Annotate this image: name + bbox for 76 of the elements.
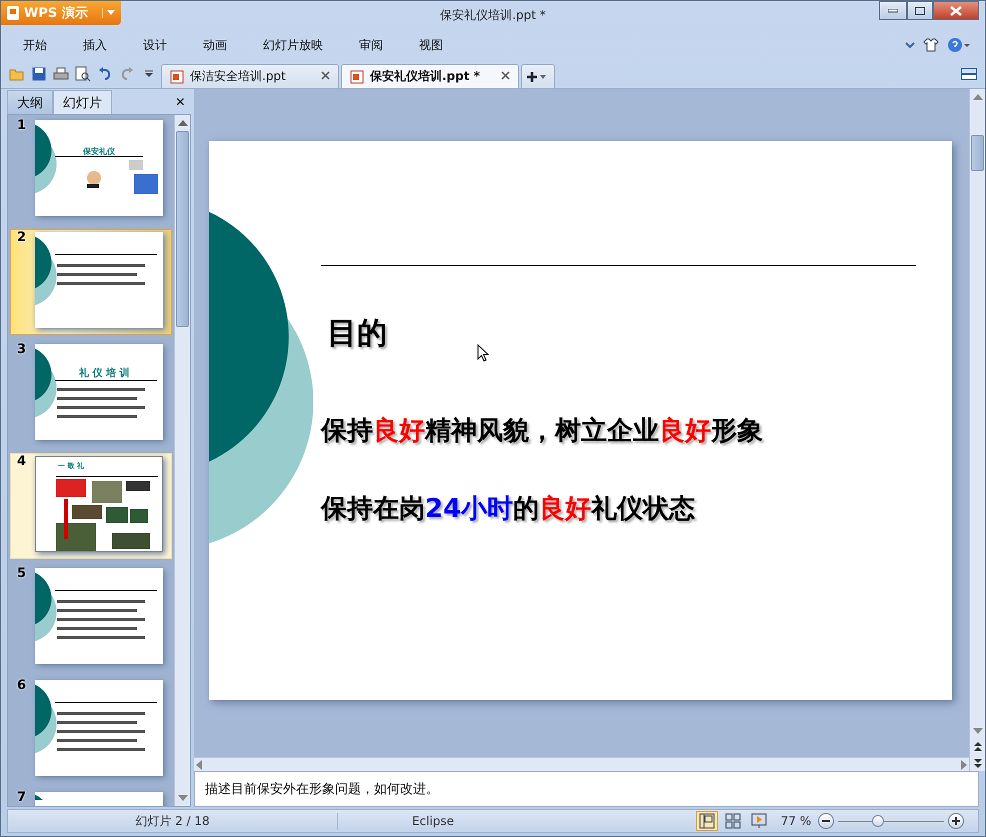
menu-item[interactable]: 幻灯片放映 — [255, 36, 337, 54]
minus-icon — [822, 820, 830, 822]
document-tab[interactable]: 保洁安全培训.ppt — [161, 64, 339, 88]
scroll-up-icon[interactable] — [972, 94, 982, 100]
previous-slide-icon[interactable] — [974, 742, 982, 752]
slide-number: 2 — [17, 232, 28, 244]
slide-title: 目的 — [327, 315, 387, 353]
slide-number: 7 — [17, 792, 28, 804]
minimize-button[interactable] — [879, 1, 907, 20]
new-tab-button[interactable] — [521, 64, 555, 88]
menu-item[interactable]: 审阅 — [351, 36, 397, 54]
maximize-icon — [915, 6, 925, 14]
grid-view-icon — [725, 813, 741, 829]
slideshow-icon — [751, 813, 767, 829]
caret-icon — [107, 10, 115, 15]
slide-thumbnail-item[interactable]: 2 — [10, 229, 172, 335]
minimize-icon — [888, 8, 898, 12]
panel-tab[interactable]: 大纲 — [7, 90, 53, 114]
menu-item[interactable]: 动画 — [195, 36, 241, 54]
view-button[interactable] — [696, 811, 718, 831]
close-panel-button[interactable]: × — [170, 94, 191, 114]
slide-thumbnail-item[interactable]: 1 保安礼仪 — [10, 117, 172, 223]
caret-icon — [540, 74, 546, 78]
slide-counter: 幻灯片 2 / 18 — [8, 812, 338, 830]
scroll-left-icon[interactable] — [196, 760, 202, 770]
slide-text: 保持良好精神风貌，树立企业良好形象 — [321, 415, 763, 448]
slide-thumbnail-item[interactable]: 7 — [10, 789, 172, 806]
normal-view-icon — [699, 813, 715, 829]
slide-thumbnail-item[interactable]: 5 — [10, 565, 172, 671]
menu-item[interactable]: 设计 — [135, 36, 181, 54]
close-tab-icon[interactable] — [501, 71, 510, 80]
scroll-thumb[interactable] — [971, 135, 984, 171]
next-slide-icon[interactable] — [974, 758, 982, 768]
scroll-up-icon[interactable] — [178, 120, 188, 126]
close-icon — [950, 6, 962, 16]
thumbnail-title: 保安礼仪 — [83, 146, 115, 157]
slide-thumbnail-item[interactable]: 3 礼 仪 培 训 — [10, 341, 172, 447]
slide-number: 3 — [17, 344, 28, 356]
app-logo-icon — [7, 6, 19, 20]
theme-name: Eclipse — [410, 814, 456, 828]
scroll-thumb[interactable] — [176, 131, 189, 327]
plus-icon — [952, 817, 960, 825]
maximize-button[interactable] — [907, 1, 933, 20]
window-title: 保安礼仪培训.ppt * — [440, 7, 546, 24]
help-icon[interactable] — [947, 37, 971, 53]
scroll-right-icon[interactable] — [961, 760, 967, 770]
close-tab-icon[interactable] — [321, 71, 330, 80]
slide-number: 4 — [17, 456, 28, 468]
scroll-down-icon[interactable] — [178, 795, 188, 801]
presentation-file-icon — [170, 70, 184, 84]
mouse-cursor-icon — [477, 344, 489, 362]
zoom-out-button[interactable] — [818, 813, 834, 829]
presentation-file-icon — [350, 70, 364, 84]
menu-item[interactable]: 视图 — [411, 36, 457, 54]
scroll-down-icon[interactable] — [972, 728, 982, 734]
menu-item[interactable]: 开始 — [15, 36, 61, 54]
scrollbar[interactable] — [969, 89, 985, 771]
zoom-in-button[interactable] — [948, 813, 964, 829]
notes-text[interactable]: 描述目前保安外在形象问题，如何改进。 — [194, 771, 979, 807]
shirt-icon[interactable] — [923, 38, 939, 52]
panel-tab[interactable]: 幻灯片 — [53, 90, 112, 114]
slide-number: 6 — [17, 680, 28, 692]
slide-number: 1 — [17, 120, 28, 132]
horizontal-scrollbar[interactable] — [194, 757, 969, 771]
plus-icon — [526, 70, 538, 82]
thumbnail-title: 礼 仪 培 训 — [79, 366, 130, 380]
zoom-percent: 77 % — [780, 814, 812, 828]
menu-item[interactable]: 插入 — [75, 36, 121, 54]
slide-number: 5 — [17, 568, 28, 580]
scrollbar[interactable] — [174, 115, 190, 806]
chevron-down-icon[interactable] — [905, 41, 915, 49]
document-tab[interactable]: 保安礼仪培训.ppt * — [341, 64, 519, 88]
slide-thumbnail-item[interactable]: 6 — [10, 677, 172, 783]
zoom-slider-thumb[interactable] — [872, 815, 884, 827]
close-button[interactable] — [933, 1, 979, 20]
slide-text: 保持在岗24小时的良好礼仪状态 — [321, 493, 696, 526]
